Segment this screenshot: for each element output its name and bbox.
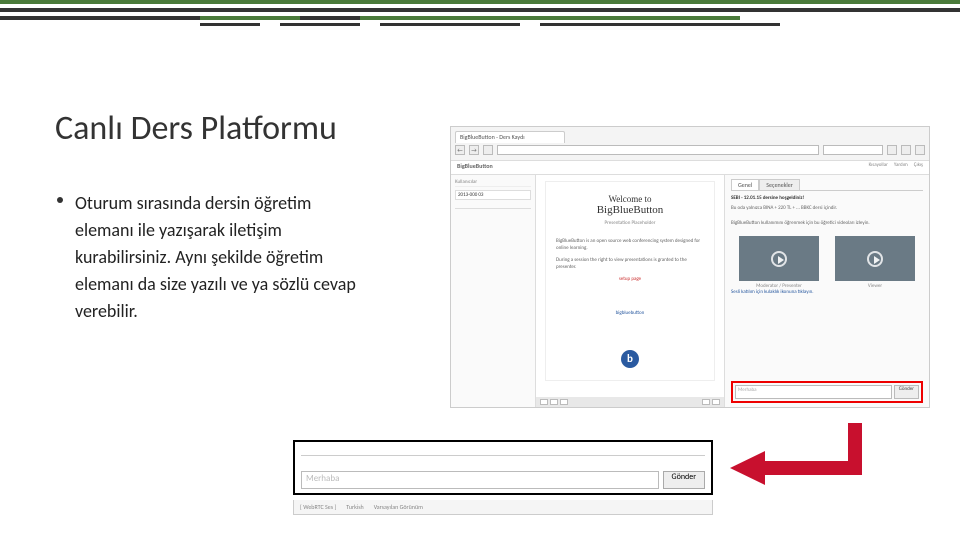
bullet-dot-icon [57,197,63,203]
bullet-item: Oturum sırasında dersin öğretim elemanı … [75,190,365,325]
slide-title-2: BigBlueButton [597,204,664,216]
bookmark-icon[interactable] [887,145,897,155]
chat-zoom-header [301,444,705,456]
slide-subtitle: Presentation Placeholder [605,220,656,226]
search-bar[interactable] [823,145,883,155]
tutorial-thumbnail[interactable] [739,236,819,281]
menu-icon[interactable] [915,145,925,155]
chat-text: BigBlueButton kullanımını öğrenmek için … [731,220,923,227]
slide-title-1: Welcome to [608,194,651,204]
slide-card: Welcome to BigBlueButton Presentation Pl… [545,181,715,381]
exit-link[interactable]: Çıkış [914,162,923,173]
embedded-screenshot: BigBlueButton - Ders Kaydı ← → BigBlueBu… [450,126,930,408]
footer-lang[interactable]: Turkish [346,503,363,511]
help-link[interactable]: Yardım [894,162,908,173]
callout-arrow-icon [725,423,865,503]
brand-link[interactable]: bigbluebutton [616,310,645,317]
chat-welcome-bold: SEBI - 12.01.15 dersine hoşgeldiniz! [731,195,923,201]
slide-paragraph: BigBlueButton is an open source web conf… [556,238,704,251]
chat-input-highlight: Merhaba Gönder [731,381,923,403]
browser-tab[interactable]: BigBlueButton - Ders Kaydı [455,131,565,143]
footer-audio: [ WebRTC Ses ] [300,503,336,511]
slide-paragraph: During a session the right to view prese… [556,257,704,270]
chat-panel: Genel Seçenekler SEBI - 12.01.15 dersine… [724,175,929,407]
bullet-text: Oturum sırasında dersin öğretim elemanı … [75,192,356,322]
send-button-zoom[interactable]: Gönder [663,471,705,489]
chat-text: Bu oda yalnızca BINA + 220 TL + ... BBKC… [731,205,923,212]
app-title: BigBlueButton [457,162,493,173]
app-footer: [ WebRTC Ses ] Turkish Varsayılan Görünü… [293,500,713,515]
nav-forward-icon[interactable]: → [469,145,479,155]
nav-back-icon[interactable]: ← [455,145,465,155]
zoom-icon[interactable] [712,399,720,405]
play-icon [867,251,883,267]
chat-input-zoom[interactable]: Merhaba [301,471,659,489]
footer-layout[interactable]: Varsayılan Görünüm [374,503,423,511]
chat-input[interactable]: Merhaba [735,385,892,399]
presentation-panel: Welcome to BigBlueButton Presentation Pl… [536,175,724,407]
send-button[interactable]: Gönder [894,385,919,399]
next-slide-icon[interactable] [560,399,568,405]
users-panel-title: Kullanıcılar [455,179,531,187]
slide-heading: Canlı Ders Platformu [55,108,337,149]
chat-tab-general[interactable]: Genel [731,179,759,190]
chat-zoom-callout: Merhaba Gönder [293,440,713,495]
play-icon [771,251,787,267]
presentation-controls [536,397,724,407]
download-icon[interactable] [901,145,911,155]
app-header: BigBlueButton Kısayollar Yardım Çıkış [451,161,929,175]
home-icon[interactable] [483,145,493,155]
address-bar[interactable] [497,145,819,155]
users-panel: Kullanıcılar 2013-000 03 [451,175,536,407]
prev-slide-icon[interactable] [550,399,558,405]
slide-top-border [0,0,960,26]
bbb-logo-icon: b [621,350,639,368]
browser-chrome: BigBlueButton - Ders Kaydı ← → [451,127,929,161]
upload-icon[interactable] [540,399,548,405]
shortcut-link[interactable]: Kısayollar [869,162,888,173]
tutorial-thumbnail[interactable] [835,236,915,281]
audio-join-hint: Sesli katılım için kulaklık ikonuna tıkl… [731,289,923,295]
chat-tab-options[interactable]: Seçenekler [759,179,800,190]
user-entry[interactable]: 2013-000 03 [455,190,531,200]
slide-link[interactable]: setup page [619,276,641,282]
fit-icon[interactable] [702,399,710,405]
